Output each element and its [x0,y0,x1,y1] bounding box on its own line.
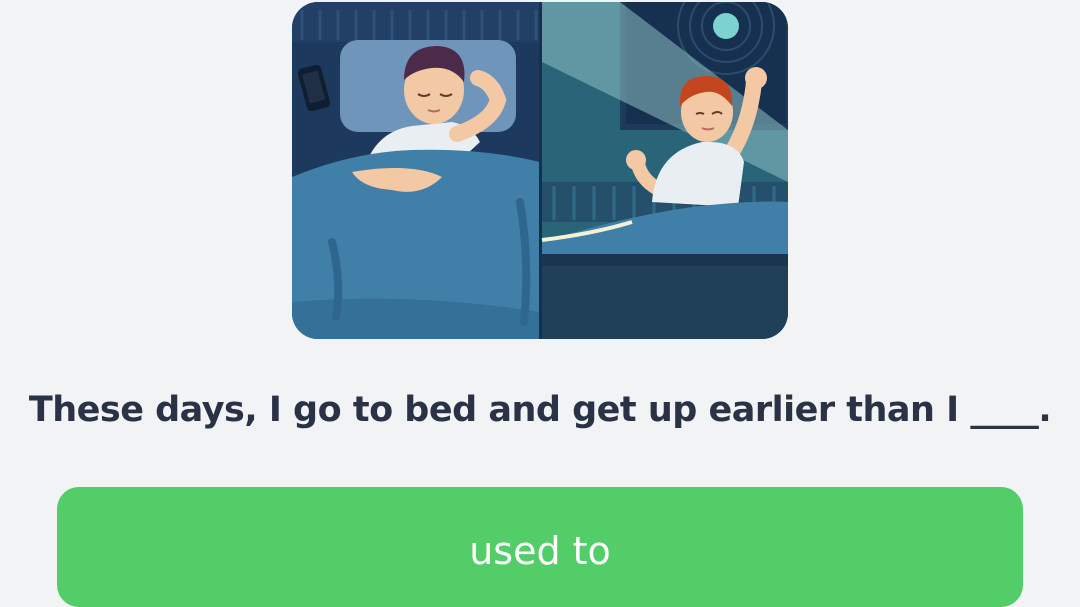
sleeping-man-panel [292,2,540,339]
answer-option-button[interactable]: used to [57,487,1023,607]
question-text: These days, I go to bed and get up earli… [28,390,1052,430]
waking-man-panel [541,2,788,339]
answer-option-label: used to [469,529,611,573]
sleep-wake-illustration [292,2,788,339]
